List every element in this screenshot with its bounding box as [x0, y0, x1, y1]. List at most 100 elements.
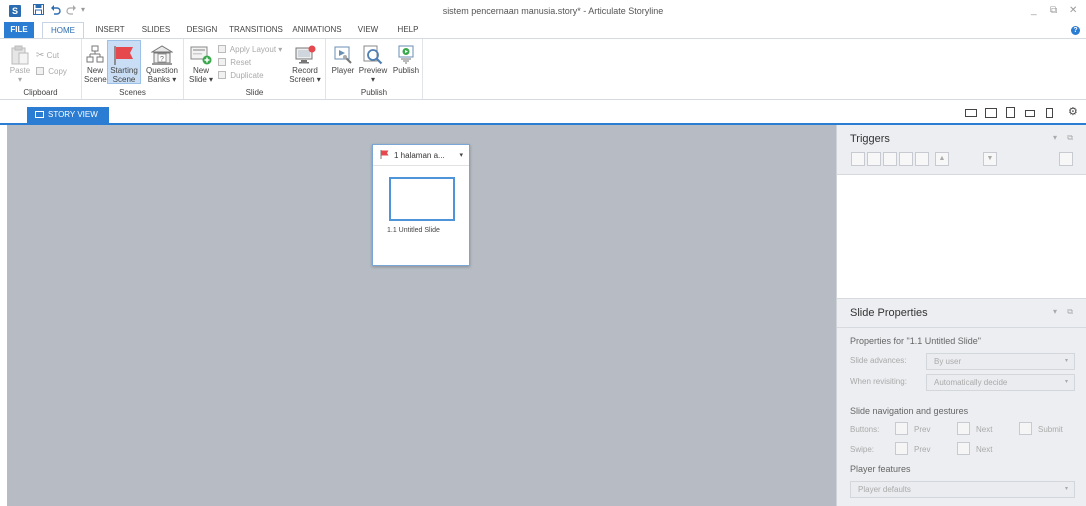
player-features-select[interactable]: Player defaults ▾: [850, 481, 1075, 498]
help-icon[interactable]: ?: [1071, 26, 1080, 35]
scene-menu-chevron-icon[interactable]: ▾: [459, 151, 463, 159]
buttons-next-label: Next: [976, 425, 993, 434]
question-banks-label-1: Question: [145, 66, 179, 75]
slide-label: 1.1 Untitled Slide: [387, 227, 440, 234]
tab-animations[interactable]: ANIMATIONS: [289, 22, 345, 38]
tab-design[interactable]: DESIGN: [182, 22, 222, 38]
question-banks-button[interactable]: ? Question Banks ▾: [143, 45, 181, 84]
player-features-heading: Player features: [850, 464, 911, 474]
restore-icon[interactable]: ⧉: [1050, 5, 1057, 16]
when-revisiting-value: Automatically decide: [934, 378, 1008, 387]
slide-advances-value: By user: [934, 357, 962, 366]
new-scene-label-2: Scene: [84, 75, 107, 84]
new-slide-label-1: New: [192, 66, 209, 75]
swipe-next-checkbox[interactable]: [957, 442, 970, 455]
close-icon[interactable]: ✕: [1069, 5, 1077, 16]
ribbon-tabs: FILE HOME INSERT SLIDES DESIGN TRANSITIO…: [0, 22, 1086, 38]
starting-scene-button[interactable]: Starting Scene: [108, 45, 140, 84]
tab-help[interactable]: HELP: [393, 22, 423, 38]
player-button[interactable]: Player: [330, 45, 356, 75]
paste-button[interactable]: Paste ▾: [6, 45, 34, 84]
layout-icon: [218, 45, 226, 53]
scenes-group: New Scene Starting Scene ? Question Bank…: [82, 39, 184, 99]
story-view-label: STORY VIEW: [48, 110, 98, 119]
buttons-prev-label: Prev: [914, 425, 931, 434]
starting-scene-label-1: Starting: [110, 66, 138, 75]
slide-advances-select[interactable]: By user ▾: [926, 353, 1075, 370]
new-trigger-icon[interactable]: [851, 152, 865, 166]
move-down-icon[interactable]: ▼: [983, 152, 997, 166]
tab-view[interactable]: VIEW: [353, 22, 383, 38]
story-view-canvas[interactable]: 1 halaman a... ▾ 1.1 Untitled Slide: [7, 125, 836, 506]
duplicate-button[interactable]: Duplicate: [218, 70, 264, 81]
desktop-preview-icon[interactable]: [965, 109, 977, 117]
slide-thumbnail[interactable]: [389, 177, 455, 221]
publish-button[interactable]: Publish: [390, 45, 422, 75]
title-bar: S ▾ sistem pencernaan manusia.story* - A…: [0, 0, 1086, 22]
right-panel: Triggers ▾ ⧉ ▲ ▼ Slide Properties ▾ ⧉ Pr…: [836, 125, 1086, 506]
tab-file[interactable]: FILE: [4, 22, 34, 38]
buttons-submit-checkbox[interactable]: [1019, 422, 1032, 435]
record-screen-label-2: Screen ▾: [289, 75, 321, 84]
window-title: sistem pencernaan manusia.story* - Artic…: [442, 6, 664, 16]
triggers-panel-controls[interactable]: ▾ ⧉: [1053, 133, 1077, 143]
cut-label: Cut: [46, 51, 60, 60]
tab-insert[interactable]: INSERT: [91, 22, 129, 38]
scene-card[interactable]: 1 halaman a... ▾ 1.1 Untitled Slide: [372, 144, 470, 266]
gear-icon[interactable]: ⚙: [1068, 105, 1078, 118]
record-screen-icon: [295, 45, 316, 64]
apply-layout-button[interactable]: Apply Layout ▾: [218, 44, 282, 55]
reset-icon: [218, 58, 226, 66]
new-slide-icon: [190, 46, 212, 65]
new-slide-button[interactable]: New Slide ▾: [187, 45, 215, 84]
scene-title: 1 halaman a...: [394, 151, 445, 160]
reset-label: Reset: [230, 58, 252, 67]
new-slide-label-2: Slide ▾: [188, 75, 214, 84]
starting-scene-flag-icon: [380, 150, 389, 159]
copy-button[interactable]: Copy: [36, 66, 67, 77]
tab-home[interactable]: HOME: [42, 22, 84, 38]
preview-button[interactable]: Preview ▾: [357, 45, 389, 84]
tab-transitions[interactable]: TRANSITIONS: [227, 22, 285, 38]
record-screen-button[interactable]: Record Screen ▾: [288, 45, 322, 84]
buttons-next-checkbox[interactable]: [957, 422, 970, 435]
publish-group: Player Preview ▾ Publish Publish: [326, 39, 423, 99]
buttons-prev-checkbox[interactable]: [895, 422, 908, 435]
copy-trigger-icon[interactable]: [883, 152, 897, 166]
tab-slides[interactable]: SLIDES: [137, 22, 175, 38]
slide-group-label: Slide: [245, 88, 264, 97]
nav-gestures-heading: Slide navigation and gestures: [850, 406, 969, 416]
when-revisiting-select[interactable]: Automatically decide ▾: [926, 374, 1075, 391]
reset-button[interactable]: Reset: [218, 57, 251, 68]
triggers-panel-header: Triggers ▾ ⧉ ▲ ▼: [837, 125, 1086, 175]
edit-trigger-icon[interactable]: [867, 152, 881, 166]
record-screen-label-1: Record: [292, 66, 318, 75]
svg-text:?: ?: [160, 56, 164, 63]
trigger-wizard-icon[interactable]: [1059, 152, 1073, 166]
new-scene-icon: [86, 45, 104, 63]
phone-landscape-icon[interactable]: [1025, 110, 1035, 117]
publish-label: Publish: [392, 66, 420, 75]
swipe-prev-label: Prev: [914, 445, 931, 454]
scene-header[interactable]: 1 halaman a... ▾: [373, 145, 469, 166]
swipe-next-label: Next: [976, 445, 993, 454]
paste-trigger-icon[interactable]: [899, 152, 913, 166]
minimize-icon[interactable]: _: [1031, 5, 1037, 16]
move-up-icon[interactable]: ▲: [935, 152, 949, 166]
duplicate-icon: [218, 71, 226, 79]
delete-trigger-icon[interactable]: [915, 152, 929, 166]
tablet-portrait-icon[interactable]: [1006, 107, 1015, 118]
tablet-landscape-icon[interactable]: [985, 108, 997, 118]
slide-group: New Slide ▾ Apply Layout ▾ Reset Duplica…: [184, 39, 326, 99]
slide-properties-controls[interactable]: ▾ ⧉: [1053, 307, 1077, 317]
cut-button[interactable]: ✂ Cut: [36, 50, 59, 61]
preview-arrow: ▾: [370, 75, 375, 84]
phone-portrait-icon[interactable]: [1046, 108, 1053, 118]
paste-arrow: ▾: [17, 75, 22, 84]
slide-advances-label: Slide advances:: [850, 356, 907, 365]
tab-story-view[interactable]: STORY VIEW: [27, 107, 109, 123]
swipe-prev-checkbox[interactable]: [895, 442, 908, 455]
starting-scene-label-2: Scene: [112, 75, 136, 84]
new-scene-button[interactable]: New Scene: [84, 45, 107, 84]
view-tab-strip: STORY VIEW ⚙: [0, 100, 1086, 125]
